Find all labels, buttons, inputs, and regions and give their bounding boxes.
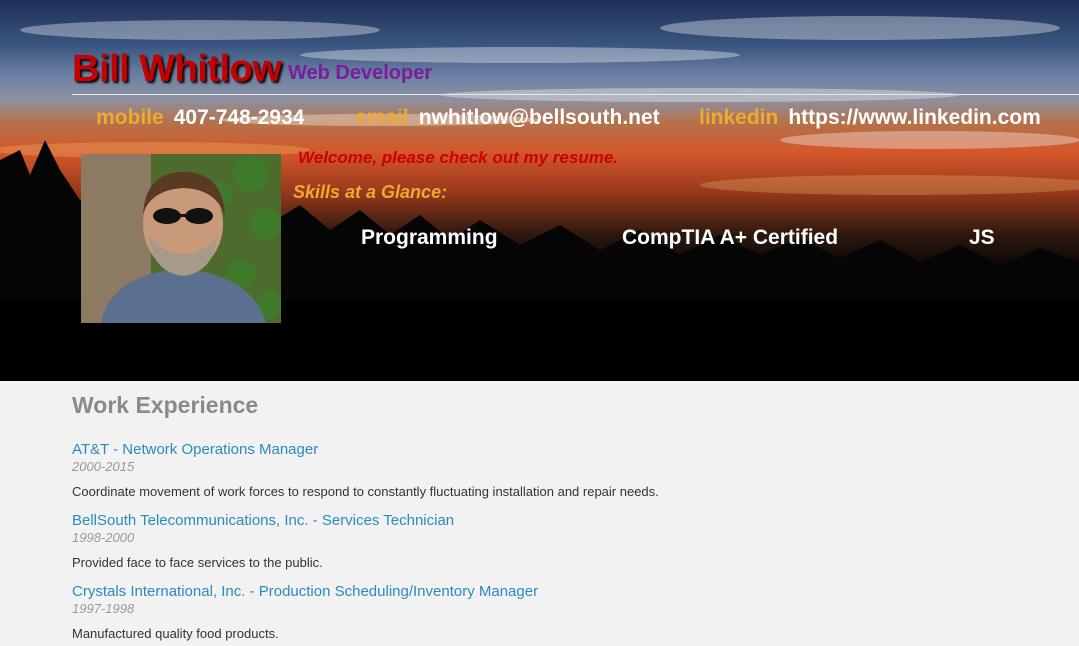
header-divider [72, 94, 1079, 95]
avatar [81, 154, 281, 323]
job-entry: Crystals International, Inc. - Productio… [72, 583, 972, 642]
email-link[interactable]: nwhitlow@bellsouth.net [419, 106, 660, 129]
contact-email: email nwhitlow@bellsouth.net [355, 106, 660, 130]
skills-heading: Skills at a Glance: [293, 182, 448, 202]
skill-item: CompTIA A+ Certified [622, 226, 839, 249]
contact-linkedin: linkedin https://www.linkedin.com [699, 106, 1041, 130]
job-title: BellSouth Telecommunications, Inc. - Ser… [72, 512, 455, 529]
skill-item: Programming [361, 226, 498, 249]
job-description: Manufactured quality food products. [72, 626, 279, 641]
job-entry: BellSouth Telecommunications, Inc. - Ser… [72, 512, 972, 571]
welcome-message: Welcome, please check out my resume. [298, 148, 618, 167]
linkedin-link[interactable]: https://www.linkedin.com [788, 106, 1040, 129]
job-title: Crystals International, Inc. - Productio… [72, 583, 539, 600]
skill-item: JS [969, 226, 995, 249]
header-banner: Bill Whitlow Web Developer mobile 407-748… [0, 0, 1079, 381]
contact-label: linkedin [699, 106, 779, 129]
contact-label: mobile [96, 106, 164, 129]
job-description: Coordinate movement of work forces to re… [72, 484, 659, 499]
job-title: AT&T - Network Operations Manager [72, 441, 319, 458]
page-title: Bill Whitlow [72, 48, 282, 90]
mobile-value[interactable]: 407-748-2934 [174, 106, 305, 129]
job-dates: 1997-1998 [72, 601, 135, 616]
job-description: Provided face to face services to the pu… [72, 555, 323, 570]
job-dates: 1998-2000 [72, 530, 135, 545]
job-entry: AT&T - Network Operations Manager 2000-2… [72, 441, 972, 500]
job-dates: 2000-2015 [72, 459, 135, 474]
contact-label: email [355, 106, 409, 129]
contact-mobile: mobile 407-748-2934 [96, 106, 304, 130]
role-subtitle: Web Developer [288, 62, 433, 84]
profile-photo [81, 154, 281, 323]
section-title-work-experience: Work Experience [72, 392, 259, 418]
